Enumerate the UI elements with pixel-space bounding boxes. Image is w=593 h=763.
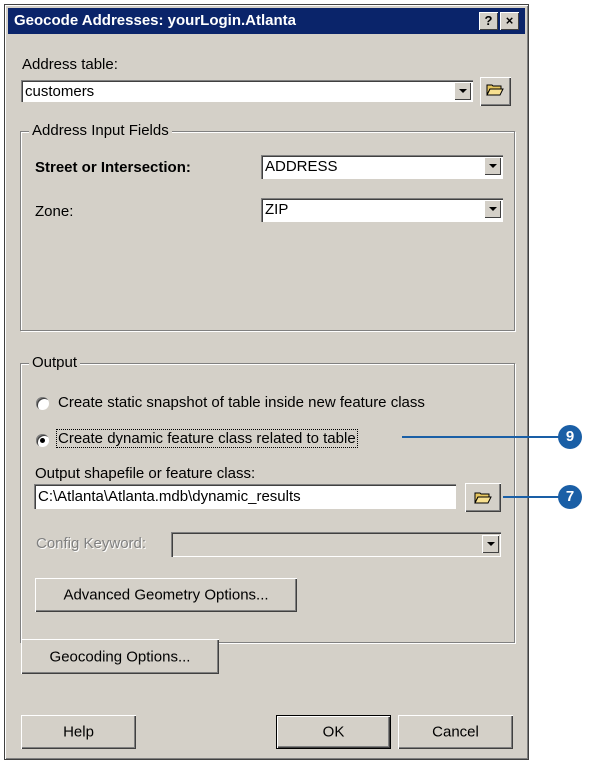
dialog-title: Geocode Addresses: yourLogin.Atlanta	[14, 12, 296, 29]
zone-field-select[interactable]: ZIP	[261, 198, 503, 222]
title-bar[interactable]: Geocode Addresses: yourLogin.Atlanta ? ×	[8, 8, 525, 34]
cancel-button[interactable]: Cancel	[398, 715, 513, 749]
address-table-label: Address table:	[22, 56, 118, 73]
radio-static-label[interactable]: Create static snapshot of table inside n…	[58, 394, 425, 411]
browse-output-button[interactable]	[465, 483, 501, 512]
geocoding-options-label: Geocoding Options...	[49, 648, 191, 665]
chevron-down-icon[interactable]	[454, 82, 471, 100]
callout-marker-7: 7	[558, 485, 582, 509]
group-label: Output	[29, 354, 81, 371]
address-table-select[interactable]: customers	[21, 80, 473, 102]
open-folder-icon	[486, 84, 504, 96]
close-button[interactable]: ×	[500, 12, 519, 30]
radio-dynamic-label[interactable]: Create dynamic feature class related to …	[56, 429, 358, 448]
geocode-dialog: Geocode Addresses: yourLogin.Atlanta ? ×…	[4, 4, 529, 760]
advanced-geometry-options-label: Advanced Geometry Options...	[63, 586, 269, 604]
chevron-down-icon	[482, 535, 499, 553]
config-keyword-select[interactable]	[171, 532, 501, 557]
chevron-down-icon[interactable]	[484, 157, 501, 175]
callout-line-9	[402, 436, 562, 438]
chevron-down-icon[interactable]	[484, 200, 501, 218]
street-label: Street or Intersection:	[35, 159, 191, 176]
radio-static[interactable]	[36, 397, 49, 410]
street-field-select[interactable]: ADDRESS	[261, 155, 503, 179]
ok-label: OK	[322, 723, 345, 741]
callout-marker-9: 9	[558, 425, 582, 449]
address-table-value: customers	[25, 83, 95, 100]
output-shapefile-value: C:\Atlanta\Atlanta.mdb\dynamic_results	[38, 488, 301, 505]
help-title-button[interactable]: ?	[479, 12, 498, 30]
output-shapefile-label: Output shapefile or feature class:	[35, 465, 256, 482]
output-shapefile-input[interactable]: C:\Atlanta\Atlanta.mdb\dynamic_results	[34, 484, 456, 509]
ok-button[interactable]: OK	[276, 715, 391, 749]
browse-table-button[interactable]	[480, 77, 511, 106]
help-label: Help	[63, 723, 94, 741]
open-folder-icon	[474, 492, 492, 504]
cancel-label: Cancel	[432, 723, 479, 741]
callout-line-7	[503, 496, 563, 498]
zone-label: Zone:	[35, 203, 74, 220]
help-button[interactable]: Help	[21, 715, 136, 749]
advanced-geometry-options-button[interactable]: Advanced Geometry Options...	[35, 578, 297, 612]
group-label: Address Input Fields	[29, 122, 172, 139]
config-keyword-label: Config Keyword:	[36, 535, 147, 552]
geocoding-options-button[interactable]: Geocoding Options...	[21, 639, 219, 674]
zone-value: ZIP	[265, 201, 289, 218]
street-value: ADDRESS	[265, 158, 338, 175]
radio-dynamic[interactable]	[36, 434, 49, 447]
